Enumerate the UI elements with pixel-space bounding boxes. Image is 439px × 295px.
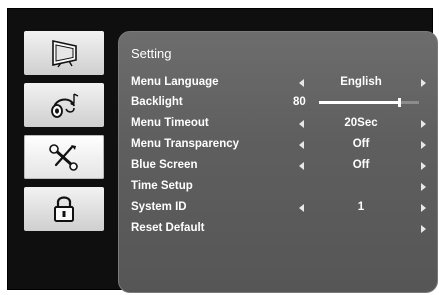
system-id-row[interactable]: System ID 1 (131, 200, 427, 216)
settings-panel: Setting Menu Language English Backlight … (118, 31, 438, 293)
blue-screen-row[interactable]: Blue Screen Off (131, 158, 427, 174)
backlight-slider[interactable] (319, 98, 419, 107)
row-label: Backlight (131, 96, 183, 108)
menu-transparency-row[interactable]: Menu Transparency Off (131, 137, 427, 153)
row-value: 1 (357, 201, 365, 213)
menu-language-row[interactable]: Menu Language English (131, 75, 427, 91)
arrow-right-icon[interactable] (421, 120, 426, 128)
row-value: 20Sec (344, 117, 378, 129)
slider-fill (319, 101, 399, 104)
backlight-row[interactable]: Backlight 80 (131, 95, 427, 111)
headphones-icon (47, 89, 81, 121)
time-setup-row[interactable]: Time Setup (131, 179, 427, 195)
arrow-right-icon[interactable] (421, 225, 426, 233)
padlock-icon (49, 193, 79, 225)
sidebar-item-setting[interactable] (24, 135, 104, 179)
slider-thumb[interactable] (398, 98, 401, 107)
sidebar-item-picture[interactable] (24, 31, 104, 75)
row-label: Menu Transparency (131, 138, 240, 150)
arrow-right-icon[interactable] (421, 162, 426, 170)
arrow-left-icon[interactable] (299, 162, 304, 170)
row-label: Time Setup (131, 180, 193, 192)
sidebar-item-lock[interactable] (24, 187, 104, 231)
arrow-right-icon[interactable] (421, 141, 426, 149)
arrow-right-icon[interactable] (421, 79, 426, 87)
arrow-left-icon[interactable] (299, 79, 304, 87)
arrow-left-icon[interactable] (299, 120, 304, 128)
row-value: Off (352, 159, 370, 171)
row-value: English (340, 76, 382, 88)
arrow-right-icon[interactable] (421, 183, 426, 191)
arrow-left-icon[interactable] (299, 141, 304, 149)
backlight-value: 80 (293, 96, 306, 108)
panel-title: Setting (131, 46, 172, 61)
row-label: Blue Screen (131, 159, 198, 171)
menu-timeout-row[interactable]: Menu Timeout 20Sec (131, 116, 427, 132)
wrench-screwdriver-icon (47, 141, 81, 173)
arrow-left-icon[interactable] (299, 204, 304, 212)
sidebar-item-audio[interactable] (24, 83, 104, 127)
row-value: Off (352, 138, 370, 150)
osd-frame: Setting Menu Language English Backlight … (7, 8, 438, 293)
reset-default-row[interactable]: Reset Default (131, 221, 427, 237)
monitor-icon (47, 38, 81, 68)
row-label: Menu Language (131, 76, 219, 88)
arrow-right-icon[interactable] (421, 204, 426, 212)
row-label: Menu Timeout (131, 117, 209, 129)
row-label: System ID (131, 201, 187, 213)
row-label: Reset Default (131, 222, 205, 234)
